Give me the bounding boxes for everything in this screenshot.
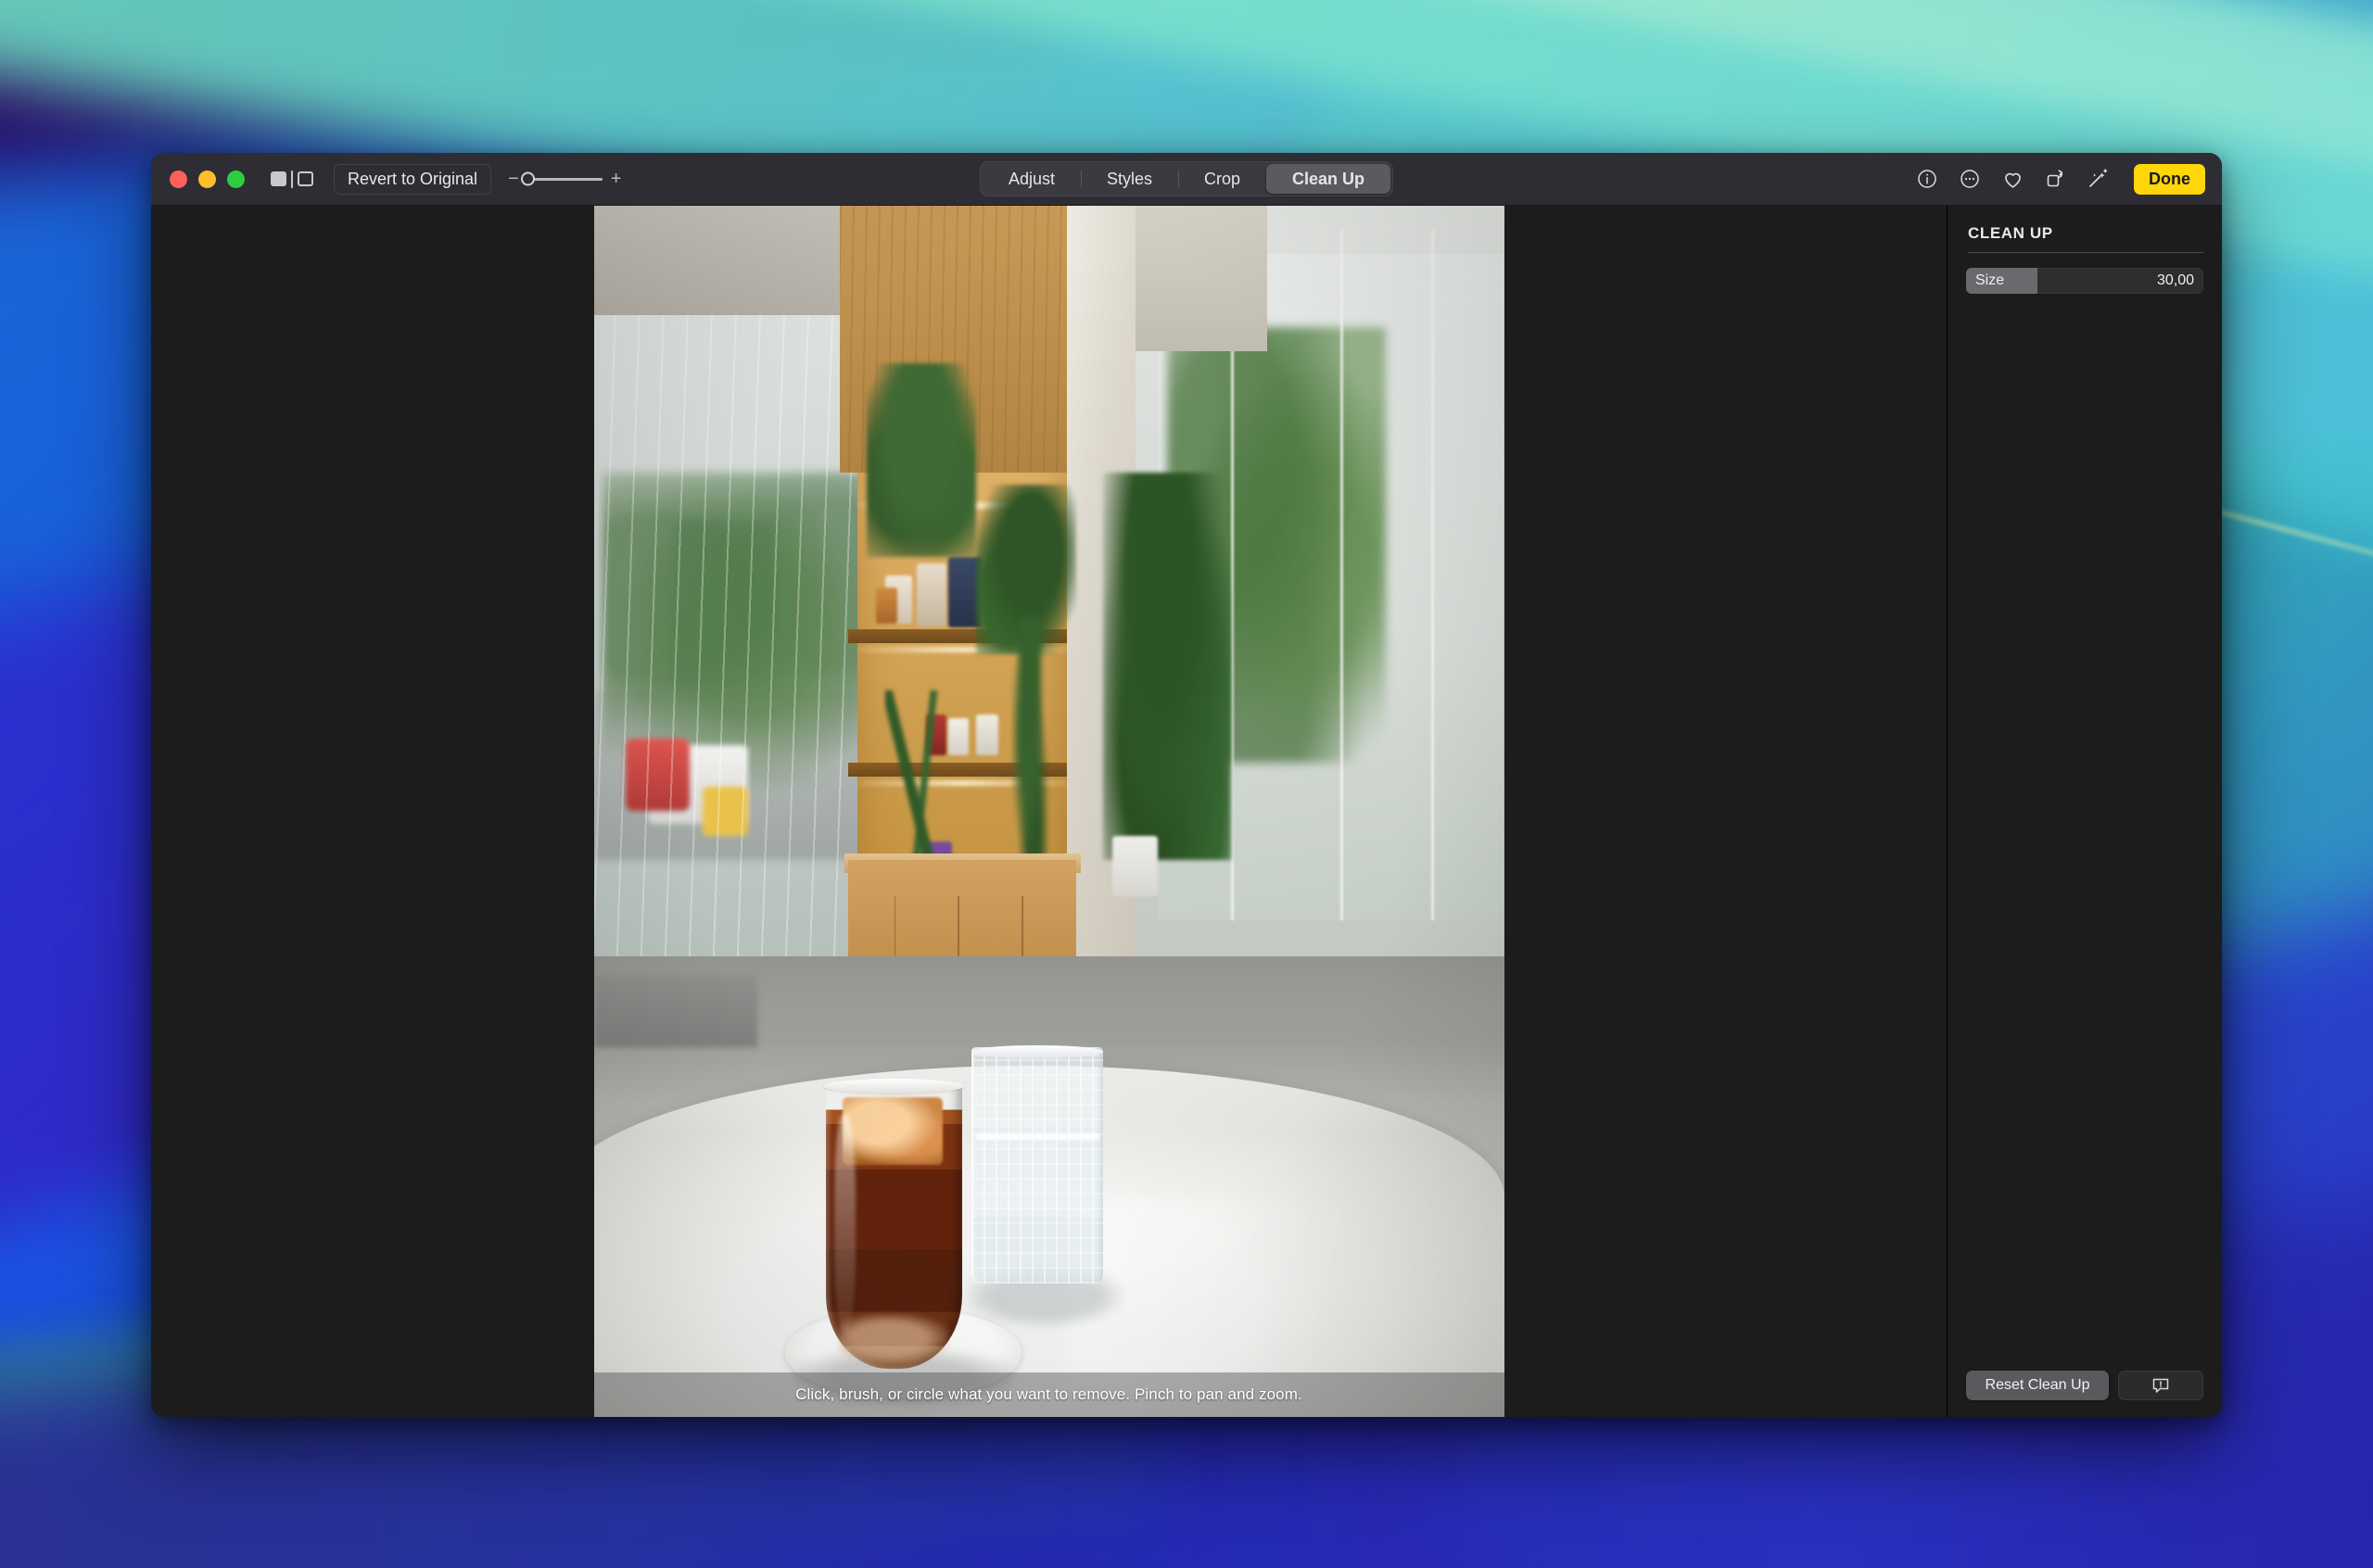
- window-body: Click, brush, or circle what you want to…: [151, 206, 2222, 1417]
- close-window-button[interactable]: [170, 170, 187, 188]
- photo-editor-window: Revert to Original − + Adjust Styles Cro…: [151, 153, 2222, 1417]
- zoom-slider-track-wrap[interactable]: [520, 171, 603, 186]
- photo-window-mullion-3: [1430, 230, 1434, 921]
- size-slider[interactable]: Size 30,00: [1966, 268, 2203, 294]
- split-view-filled-pane-icon: [271, 171, 286, 186]
- traffic-light-buttons: [170, 170, 245, 188]
- zoom-slider[interactable]: − +: [508, 170, 621, 188]
- sidebar-footer: Reset Clean Up: [1966, 1371, 2203, 1400]
- photo-shelf-object-2: [917, 563, 946, 626]
- photo-canvas[interactable]: Click, brush, or circle what you want to…: [151, 206, 1947, 1417]
- favorite-heart-icon[interactable]: [2000, 167, 2024, 191]
- desktop-wallpaper: Revert to Original − + Adjust Styles Cro…: [0, 0, 2373, 1568]
- zoom-slider-knob[interactable]: [520, 171, 535, 186]
- tab-styles[interactable]: Styles: [1080, 164, 1178, 194]
- panel-title: CLEAN UP: [1968, 224, 2053, 242]
- size-slider-value: 30,00: [2156, 272, 2194, 288]
- photo-plant-pot: [1112, 835, 1159, 896]
- tab-clean-up-label: Clean Up: [1292, 169, 1365, 188]
- photo-floor-mat: [593, 974, 758, 1048]
- maximize-window-button[interactable]: [227, 170, 245, 188]
- tab-clean-up[interactable]: Clean Up: [1266, 164, 1391, 194]
- photo-coffee-milk-swirl: [839, 1313, 949, 1363]
- minimize-window-button[interactable]: [198, 170, 216, 188]
- tab-adjust[interactable]: Adjust: [983, 164, 1081, 194]
- photo-image[interactable]: Click, brush, or circle what you want to…: [593, 206, 1504, 1417]
- rotate-icon[interactable]: [2043, 167, 2067, 191]
- photo-water-level-line: [975, 1133, 1099, 1140]
- photo-coffee-glass-rim: [823, 1079, 965, 1094]
- tab-crop[interactable]: Crop: [1178, 164, 1266, 194]
- panel-divider: [1968, 252, 2203, 253]
- size-slider-label: Size: [1975, 272, 2005, 288]
- info-icon[interactable]: [1915, 167, 1939, 191]
- zoom-slider-track[interactable]: [533, 177, 603, 181]
- tab-crop-label: Crop: [1204, 169, 1241, 188]
- titlebar-right-actions: Done: [1915, 163, 2205, 195]
- photo-window-mullion-2: [1339, 230, 1343, 921]
- photo-trailing-vine: [1012, 617, 1049, 884]
- tab-styles-label: Styles: [1106, 169, 1153, 188]
- photo-shelf-object-6: [975, 714, 998, 756]
- feedback-bubble-icon[interactable]: [2118, 1371, 2203, 1400]
- split-view-divider-icon: [291, 170, 293, 188]
- revert-to-original-button[interactable]: Revert to Original: [334, 163, 492, 195]
- window-titlebar: Revert to Original − + Adjust Styles Cro…: [151, 153, 2222, 206]
- tab-adjust-label: Adjust: [1008, 169, 1055, 188]
- cleanup-hint-bar: Click, brush, or circle what you want to…: [593, 1372, 1504, 1417]
- photo-water-glass-ribs: [971, 1047, 1104, 1284]
- photo-tall-plant: [1103, 472, 1231, 860]
- photo-table-reflection: [1067, 1198, 1468, 1393]
- photo-shelf-pot: [875, 587, 898, 624]
- photo-hanging-plant: [867, 362, 976, 558]
- cleanup-sidebar: CLEAN UP Size 30,00 Reset Clean Up: [1947, 206, 2222, 1417]
- photo-coffee-glass-highlight: [833, 1114, 857, 1333]
- split-view-icon[interactable]: [271, 170, 313, 188]
- reset-clean-up-label: Reset Clean Up: [1985, 1377, 2090, 1393]
- photo-coffee-ice-cubes: [842, 1096, 943, 1166]
- photo-water-glass-rim: [971, 1044, 1104, 1059]
- zoom-in-icon[interactable]: +: [611, 170, 622, 188]
- more-options-icon[interactable]: [1958, 167, 1982, 191]
- reset-clean-up-button[interactable]: Reset Clean Up: [1966, 1371, 2109, 1400]
- cleanup-hint-text: Click, brush, or circle what you want to…: [795, 1385, 1302, 1403]
- zoom-out-icon[interactable]: −: [508, 170, 519, 188]
- done-button[interactable]: Done: [2134, 163, 2205, 195]
- editor-mode-tabs: Adjust Styles Crop Clean Up: [979, 161, 1394, 196]
- split-view-outline-pane-icon: [298, 171, 313, 186]
- photo-ceiling-panel-left: [593, 206, 849, 315]
- revert-to-original-label: Revert to Original: [348, 169, 478, 188]
- auto-enhance-wand-icon[interactable]: [2086, 167, 2110, 191]
- done-button-label: Done: [2149, 169, 2190, 188]
